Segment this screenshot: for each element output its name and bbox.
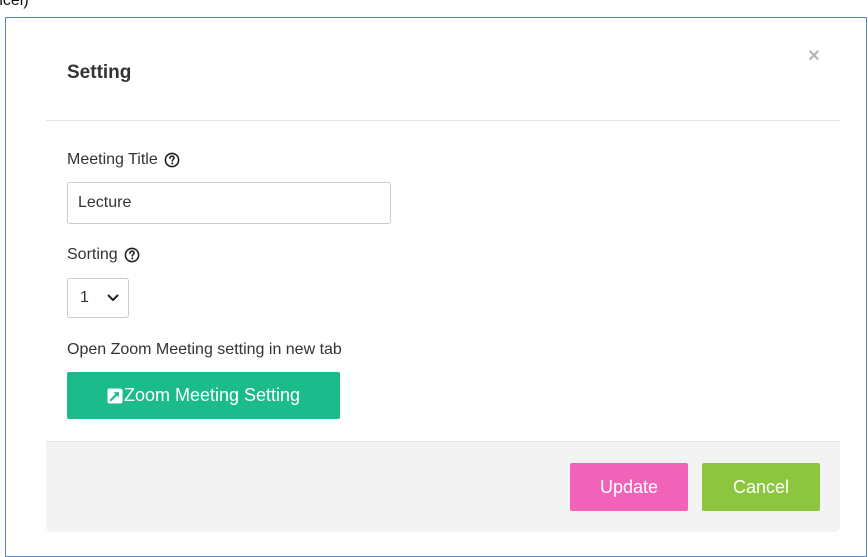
setting-modal: Setting × Meeting Title Sorting 1 Open Z… [46, 28, 840, 532]
modal-title: Setting [67, 62, 132, 83]
external-link-icon [107, 388, 123, 403]
question-circle-icon[interactable] [164, 152, 180, 168]
meeting-title-label: Meeting Title [67, 151, 180, 169]
sorting-select[interactable]: 1 [67, 278, 129, 318]
modal-footer: Update Cancel [46, 441, 840, 532]
meeting-title-label-text: Meeting Title [67, 151, 158, 168]
zoom-meeting-setting-button[interactable]: Zoom Meeting Setting [67, 372, 340, 419]
background-page-text: ncel) [0, 0, 29, 9]
zoom-setting-label-text: Open Zoom Meeting setting in new tab [67, 341, 342, 358]
close-icon: × [808, 44, 820, 67]
update-button[interactable]: Update [570, 463, 688, 511]
zoom-meeting-setting-label: Zoom Meeting Setting [123, 385, 301, 405]
modal-header: Setting × [46, 28, 840, 121]
close-button[interactable]: × [802, 44, 826, 68]
sorting-selected-value: 1 [80, 289, 89, 306]
zoom-setting-label: Open Zoom Meeting setting in new tab [67, 341, 342, 359]
question-circle-icon[interactable] [124, 247, 140, 263]
sorting-label: Sorting [67, 246, 140, 264]
chevron-down-icon [107, 294, 119, 301]
cancel-button[interactable]: Cancel [702, 463, 820, 511]
sorting-label-text: Sorting [67, 246, 118, 263]
meeting-title-input[interactable] [67, 182, 391, 224]
